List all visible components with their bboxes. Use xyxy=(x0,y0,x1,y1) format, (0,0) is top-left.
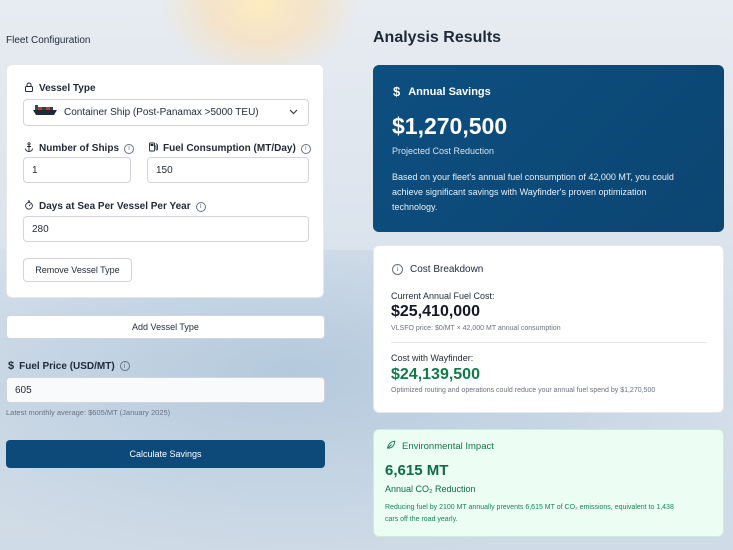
info-icon[interactable]: i xyxy=(124,143,135,154)
fuel-price-label: Fuel Price (USD/MT) xyxy=(19,360,115,372)
annual-savings-heading-row: $ Annual Savings xyxy=(393,84,491,99)
current-cost-value: $25,410,000 xyxy=(391,303,480,320)
days-at-sea-label-row: Days at Sea Per Vessel Per Year i xyxy=(24,200,206,213)
fuel-price-label-row: $ Fuel Price (USD/MT) i xyxy=(8,360,130,372)
cost-breakdown-card: i Cost Breakdown Current Annual Fuel Cos… xyxy=(373,245,724,413)
wayfinder-cost-value: $24,139,500 xyxy=(391,366,480,383)
num-ships-input[interactable]: 1 xyxy=(23,157,131,183)
annual-savings-description: Based on your fleet's annual fuel consum… xyxy=(392,170,674,215)
cost-breakdown-heading: Cost Breakdown xyxy=(410,264,484,275)
chevron-down-icon xyxy=(289,107,298,118)
vessel-type-select[interactable]: Container Ship (Post-Panamax >5000 TEU) xyxy=(23,99,309,126)
days-at-sea-label: Days at Sea Per Vessel Per Year xyxy=(39,201,191,212)
dollar-icon: $ xyxy=(393,84,401,99)
leaf-icon xyxy=(386,440,396,453)
co2-reduction-amount: 6,615 MT xyxy=(385,462,449,479)
info-icon[interactable]: i xyxy=(300,143,311,154)
dollar-icon: $ xyxy=(8,360,15,372)
analysis-results-title: Analysis Results xyxy=(373,29,502,46)
num-ships-label: Number of Ships xyxy=(39,143,120,154)
annual-savings-subtitle: Projected Cost Reduction xyxy=(392,146,495,156)
info-icon[interactable]: i xyxy=(119,361,130,371)
cost-breakdown-heading-row: i Cost Breakdown xyxy=(392,264,483,275)
info-icon: i xyxy=(392,264,403,275)
annual-savings-card: $ Annual Savings $1,270,500 Projected Co… xyxy=(373,65,724,232)
stopwatch-icon xyxy=(24,200,34,213)
co2-reduction-description: Reducing fuel by 2100 MT annually preven… xyxy=(385,502,674,525)
annual-savings-description-line: achieve significant savings with Wayfind… xyxy=(392,187,647,197)
num-ships-label-row: Number of Ships i xyxy=(24,142,135,155)
co2-description-line: Reducing fuel by 2100 MT annually preven… xyxy=(385,504,674,511)
wayfinder-cost-label: Cost with Wayfinder: xyxy=(391,353,474,363)
vessel-type-label: Vessel Type xyxy=(39,83,96,94)
add-vessel-type-button[interactable]: Add Vessel Type xyxy=(6,315,325,339)
fleet-configuration-title: Fleet Configuration xyxy=(6,35,91,46)
co2-description-line: cars off the road yearly. xyxy=(385,515,458,523)
annual-savings-description-line: Based on your fleet's annual fuel consum… xyxy=(392,172,674,182)
environmental-impact-heading: Environmental Impact xyxy=(402,441,494,452)
environmental-impact-heading-row: Environmental Impact xyxy=(386,440,494,453)
fuel-consumption-label-row: Fuel Consumption (MT/Day) i xyxy=(148,142,311,155)
vessel-type-label-row: Vessel Type xyxy=(24,82,96,95)
fuel-price-hint: Latest monthly average: $605/MT (January… xyxy=(6,408,171,417)
fuel-pump-icon xyxy=(148,142,158,155)
calculate-savings-button[interactable]: Calculate Savings xyxy=(6,440,325,468)
days-at-sea-input[interactable]: 280 xyxy=(23,216,309,242)
co2-reduction-subtitle: Annual CO₂ Reduction xyxy=(385,484,476,494)
remove-vessel-type-button[interactable]: Remove Vessel Type xyxy=(23,258,132,282)
current-cost-note: VLSFO price: $0/MT × 42,000 MT annual co… xyxy=(391,325,561,332)
vessel-type-value: Container Ship (Post-Panamax >5000 TEU) xyxy=(64,107,259,118)
annual-savings-description-line: technology. xyxy=(392,202,438,212)
fuel-price-input[interactable]: 605 xyxy=(6,377,325,403)
environmental-impact-card: Environmental Impact 6,615 MT Annual CO₂… xyxy=(373,429,724,537)
fuel-consumption-label: Fuel Consumption (MT/Day) xyxy=(163,143,296,154)
annual-savings-amount: $1,270,500 xyxy=(392,113,508,139)
vessel-config-card: Vessel Type Container Ship (Post-Panamax… xyxy=(6,64,324,298)
divider xyxy=(391,342,707,343)
current-cost-label: Current Annual Fuel Cost: xyxy=(391,291,495,301)
fuel-consumption-input[interactable]: 150 xyxy=(147,157,309,183)
ship-icon xyxy=(32,105,58,120)
anchor-icon xyxy=(24,142,34,155)
annual-savings-heading: Annual Savings xyxy=(408,85,491,98)
info-icon[interactable]: i xyxy=(195,201,206,212)
wayfinder-cost-note: Optimized routing and operations could r… xyxy=(391,387,656,394)
lock-icon xyxy=(24,82,34,95)
